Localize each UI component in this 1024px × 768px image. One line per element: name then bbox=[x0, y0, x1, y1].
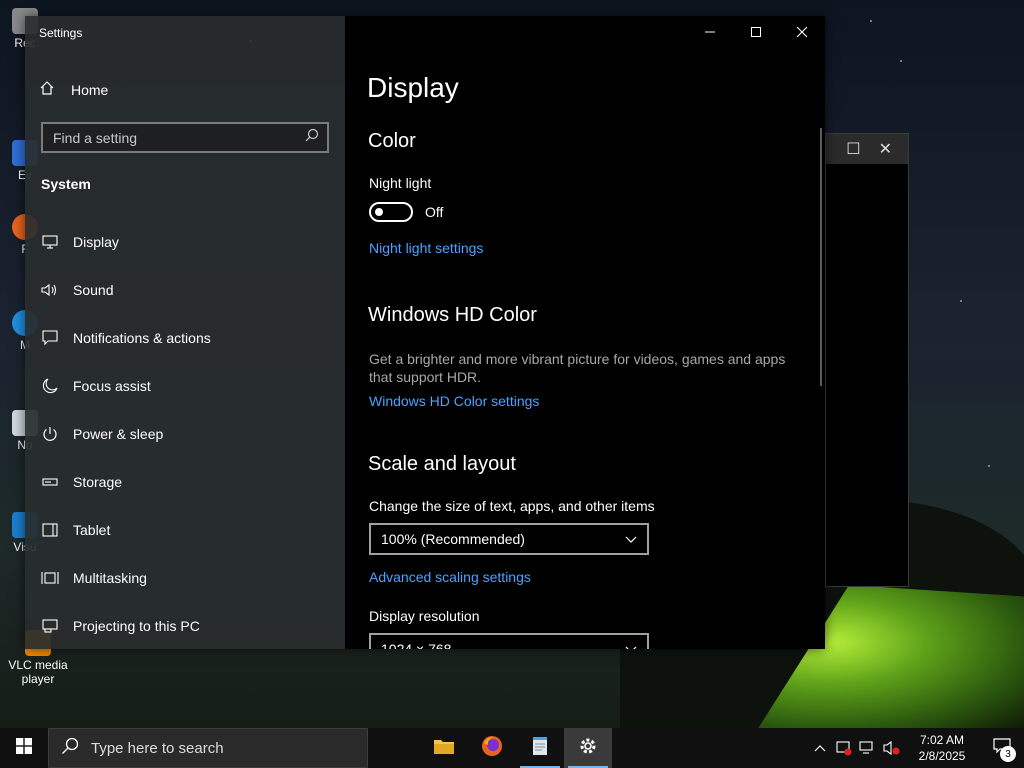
nav-item-label: Tablet bbox=[73, 522, 111, 538]
hdr-heading: Windows HD Color bbox=[368, 304, 537, 326]
setting-search-box[interactable] bbox=[41, 122, 329, 153]
color-heading: Color bbox=[368, 130, 416, 152]
nav-item-storage[interactable]: Storage bbox=[25, 458, 345, 506]
window-controls bbox=[687, 16, 825, 48]
taskbar-firefox[interactable] bbox=[468, 728, 516, 768]
nav-item-display[interactable]: Display bbox=[25, 218, 345, 266]
close-button[interactable] bbox=[779, 16, 825, 48]
settings-nav-pane: Settings Home System Display Sound bbox=[25, 16, 345, 649]
taskbar-settings[interactable] bbox=[564, 728, 612, 768]
advanced-scaling-link[interactable]: Advanced scaling settings bbox=[369, 569, 531, 585]
network-icon[interactable] bbox=[856, 728, 880, 768]
scale-label: Change the size of text, apps, and other… bbox=[369, 498, 655, 514]
power-icon bbox=[41, 425, 59, 443]
taskbar: 7:02 AM 2/8/2025 3 bbox=[0, 728, 1024, 768]
nav-item-notifications[interactable]: Notifications & actions bbox=[25, 314, 345, 362]
nav-home-label: Home bbox=[71, 81, 109, 98]
search-icon[interactable] bbox=[305, 128, 319, 147]
resolution-value: 1024 × 768 bbox=[381, 641, 452, 649]
close-icon[interactable]: ✕ bbox=[879, 139, 892, 159]
nav-item-projecting[interactable]: Projecting to this PC bbox=[25, 602, 345, 650]
file-explorer-icon bbox=[433, 737, 455, 760]
taskbar-file-explorer[interactable] bbox=[420, 728, 468, 768]
resolution-dropdown[interactable]: 1024 × 768 bbox=[369, 633, 649, 649]
chevron-up-icon[interactable] bbox=[808, 728, 832, 768]
nav-item-sound[interactable]: Sound bbox=[25, 266, 345, 314]
scale-heading: Scale and layout bbox=[368, 453, 516, 475]
background-window[interactable]: ☐ ✕ bbox=[825, 133, 909, 587]
nav-item-label: Sound bbox=[73, 282, 114, 298]
nav-item-label: Storage bbox=[73, 474, 123, 490]
storage-icon bbox=[41, 473, 59, 491]
page-title: Display bbox=[367, 72, 459, 103]
nav-home[interactable]: Home bbox=[39, 80, 108, 99]
firefox-icon bbox=[481, 735, 503, 762]
star bbox=[960, 300, 962, 302]
moon-icon bbox=[41, 377, 59, 395]
scale-value: 100% (Recommended) bbox=[381, 531, 525, 547]
speaker-icon bbox=[41, 281, 59, 299]
nav-item-label: Notifications & actions bbox=[73, 330, 211, 346]
scale-dropdown[interactable]: 100% (Recommended) bbox=[369, 523, 649, 555]
start-button[interactable] bbox=[0, 728, 48, 768]
maximize-icon[interactable]: ☐ bbox=[846, 139, 860, 159]
taskbar-search-box[interactable] bbox=[48, 728, 368, 768]
maximize-button[interactable] bbox=[733, 16, 779, 48]
security-alert-icon[interactable] bbox=[832, 728, 856, 768]
tablet-icon bbox=[41, 521, 59, 539]
nav-section-heading: System bbox=[41, 176, 91, 192]
nav-item-label: Power & sleep bbox=[73, 426, 164, 442]
volume-muted-icon[interactable] bbox=[880, 728, 904, 768]
settings-gear-icon bbox=[578, 736, 598, 761]
clock-time: 7:02 AM bbox=[919, 733, 965, 747]
nav-item-multitasking[interactable]: Multitasking bbox=[25, 554, 345, 602]
nav-item-label: Display bbox=[73, 234, 119, 250]
search-icon bbox=[61, 737, 79, 760]
nav-item-label: Focus assist bbox=[73, 378, 151, 394]
content-scrollbar[interactable] bbox=[820, 128, 822, 386]
taskbar-apps bbox=[420, 728, 612, 768]
system-tray: 7:02 AM 2/8/2025 3 bbox=[808, 728, 1024, 768]
chevron-down-icon bbox=[625, 531, 637, 547]
desktop-icon-label: VLC media player bbox=[8, 658, 68, 686]
settings-content-pane: Display Color Night light Off Night ligh… bbox=[345, 16, 825, 649]
notepad-icon bbox=[531, 735, 549, 762]
notification-count-badge: 3 bbox=[1000, 746, 1016, 762]
taskbar-notepad[interactable] bbox=[516, 728, 564, 768]
notification-icon bbox=[41, 329, 59, 347]
star bbox=[900, 60, 902, 62]
nav-item-power-sleep[interactable]: Power & sleep bbox=[25, 410, 345, 458]
nav-item-focus-assist[interactable]: Focus assist bbox=[25, 362, 345, 410]
star bbox=[988, 465, 990, 467]
action-center-button[interactable]: 3 bbox=[980, 728, 1024, 768]
monitor-icon bbox=[41, 233, 59, 251]
taskbar-clock[interactable]: 7:02 AM 2/8/2025 bbox=[904, 732, 980, 764]
nav-item-tablet[interactable]: Tablet bbox=[25, 506, 345, 554]
setting-search-input[interactable] bbox=[53, 129, 305, 146]
background-window-titlebar[interactable]: ☐ ✕ bbox=[826, 134, 908, 164]
multitasking-icon bbox=[41, 569, 59, 587]
minimize-button[interactable] bbox=[687, 16, 733, 48]
projecting-icon bbox=[41, 617, 59, 635]
star bbox=[870, 20, 872, 22]
taskbar-search-input[interactable] bbox=[91, 739, 341, 757]
night-light-label: Night light bbox=[369, 175, 432, 191]
clock-date: 2/8/2025 bbox=[918, 749, 966, 763]
toggle-knob bbox=[375, 208, 383, 216]
settings-window: Settings Home System Display Sound bbox=[25, 16, 825, 649]
home-icon bbox=[39, 80, 55, 99]
night-light-settings-link[interactable]: Night light settings bbox=[369, 240, 483, 256]
window-title: Settings bbox=[39, 26, 83, 40]
nav-item-label: Projecting to this PC bbox=[73, 618, 200, 634]
nav-list: Display Sound Notifications & actions Fo… bbox=[25, 218, 345, 650]
windows-logo-icon bbox=[16, 737, 32, 759]
night-light-toggle[interactable] bbox=[369, 202, 413, 222]
night-light-state: Off bbox=[425, 204, 444, 220]
hdr-description: Get a brighter and more vibrant picture … bbox=[369, 351, 786, 385]
hdr-settings-link[interactable]: Windows HD Color settings bbox=[369, 393, 539, 409]
nav-item-label: Multitasking bbox=[73, 570, 147, 586]
chevron-down-icon bbox=[625, 641, 637, 649]
resolution-label: Display resolution bbox=[369, 608, 480, 624]
